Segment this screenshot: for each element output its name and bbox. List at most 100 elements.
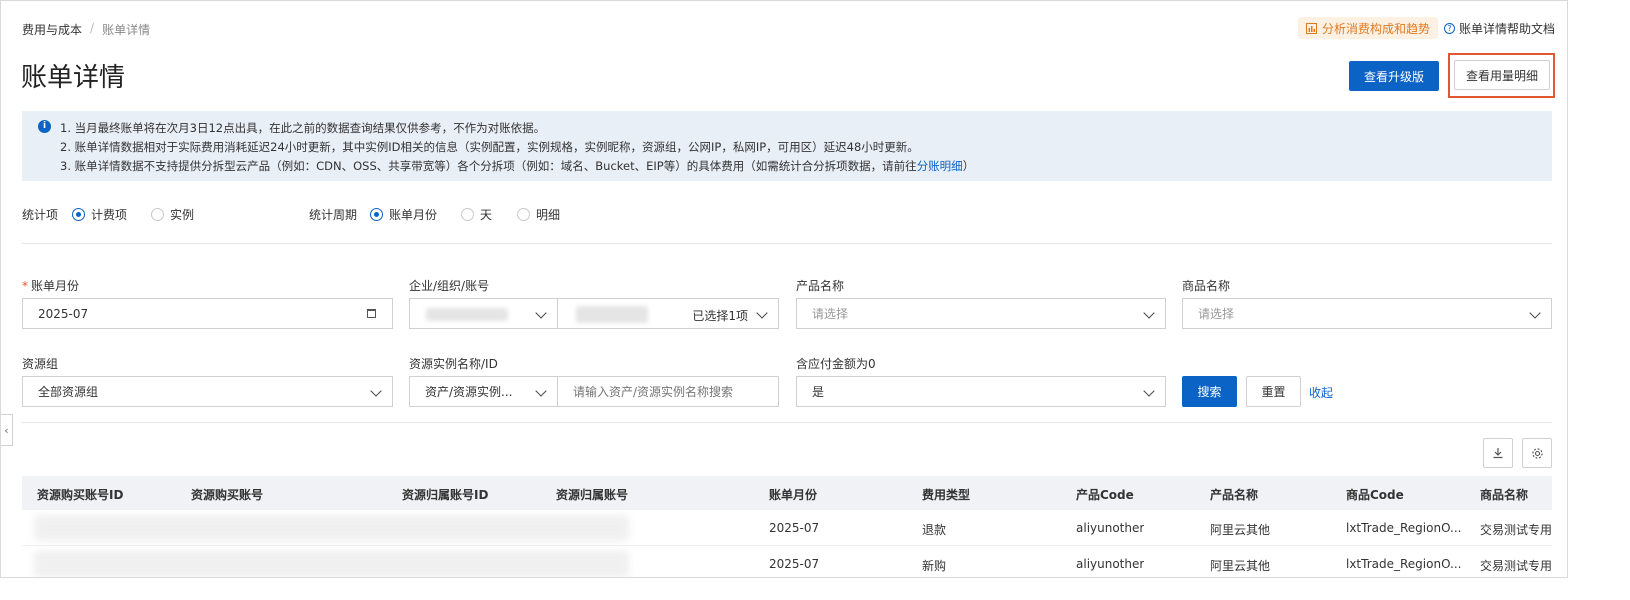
column-header: 商品Code <box>1346 488 1404 502</box>
redacted-account <box>576 306 648 323</box>
instance-label: 资源实例名称/ID <box>409 357 498 371</box>
column-header: 商品名称 <box>1480 488 1529 502</box>
redacted-account-type <box>426 308 508 321</box>
goods-name-select[interactable]: 请选择 <box>1182 298 1552 329</box>
zero-amount-select[interactable]: 是 <box>796 376 1166 407</box>
view-usage-detail-button[interactable]: 查看用量明细 <box>1454 60 1550 90</box>
chevron-down-icon <box>1143 385 1155 397</box>
product-name-placeholder: 请选择 <box>812 307 849 321</box>
table-header: 资源购买账号ID 资源购买账号 资源归属账号ID 资源归属账号 账单月份 费用类… <box>22 476 1552 510</box>
radio-label: 实例 <box>170 208 195 222</box>
collapse-link[interactable]: 收起 <box>1309 384 1333 401</box>
calendar-icon <box>367 309 376 318</box>
bill-month-value: 2025-07 <box>38 306 89 321</box>
download-icon <box>1493 448 1503 459</box>
column-header: 费用类型 <box>922 488 971 502</box>
question-icon: ? <box>1444 23 1455 34</box>
chevron-down-icon <box>756 307 768 319</box>
cell-bill-month: 2025-07 <box>769 521 820 535</box>
chevron-down-icon <box>535 307 547 319</box>
radio-instance[interactable]: 实例 <box>151 206 194 223</box>
breadcrumb-separator: / <box>90 21 95 35</box>
cell-bill-month: 2025-07 <box>769 557 820 571</box>
cell-goods-name: 交易测试专用- <box>1480 523 1552 537</box>
redacted-account-cells <box>34 515 629 541</box>
notice-line-3-prefix: 3. 账单详情数据不支持提供分拆型云产品（例如：CDN、OSS、共享带宽等）各个… <box>60 159 917 173</box>
gear-icon <box>1531 447 1543 459</box>
product-name-select[interactable]: 请选择 <box>796 298 1166 329</box>
goods-name-placeholder: 请选择 <box>1198 307 1235 321</box>
notice-line-3-suffix: ） <box>962 159 975 173</box>
cell-fee-type: 新购 <box>922 559 947 573</box>
cell-fee-type: 退款 <box>922 523 947 537</box>
page-title: 账单详情 <box>21 63 126 93</box>
notice-line-1: 1. 当月最终账单将在次月3日12点出具，在此之前的数据查询结果仅供参考，不作为… <box>60 121 546 135</box>
chevron-down-icon <box>1529 307 1541 319</box>
view-upgrade-button[interactable]: 查看升级版 <box>1349 61 1439 91</box>
notice-line-3: 3. 账单详情数据不支持提供分拆型云产品（例如：CDN、OSS、共享带宽等）各个… <box>60 158 974 174</box>
goods-name-label: 商品名称 <box>1182 279 1231 293</box>
radio-label: 明细 <box>536 208 561 222</box>
table-row: 2025-07 退款 aliyunother 阿里云其他 lxtTrade_Re… <box>22 510 1552 546</box>
radio-dot <box>151 208 164 221</box>
redacted-account-cells <box>34 551 629 577</box>
account-label: 企业/组织/账号 <box>409 279 490 293</box>
divider <box>22 243 1552 244</box>
bar-chart-icon <box>1306 22 1317 34</box>
column-header: 账单月份 <box>769 488 818 502</box>
radio-bill-month[interactable]: 账单月份 <box>370 206 437 223</box>
radio-label: 天 <box>480 208 493 222</box>
bill-month-picker[interactable]: 2025-07 <box>22 298 393 329</box>
search-button[interactable]: 搜索 <box>1182 376 1237 407</box>
sidebar-toggle[interactable]: ‹ <box>1 414 13 446</box>
cell-product-code: aliyunother <box>1076 521 1145 535</box>
breadcrumb-current: 账单详情 <box>102 23 151 37</box>
column-header: 资源归属账号 <box>556 488 629 502</box>
instance-type-value: 资产/资源实例... <box>425 385 513 399</box>
account-selected-count: 已选择1项 <box>692 309 748 323</box>
account-type-select[interactable] <box>409 298 558 329</box>
column-header: 资源购买账号ID <box>37 488 124 502</box>
help-doc-label: 账单详情帮助文档 <box>1459 22 1556 36</box>
radio-detail[interactable]: 明细 <box>517 206 560 223</box>
reset-button[interactable]: 重置 <box>1246 376 1301 407</box>
radio-dot-selected <box>370 208 383 221</box>
table-row: 2025-07 新购 aliyunother 阿里云其他 lxtTrade_Re… <box>22 546 1552 577</box>
zero-amount-label: 含应付金额为0 <box>796 357 876 371</box>
chevron-down-icon <box>1143 307 1155 319</box>
analysis-trend-label: 分析消费构成和趋势 <box>1322 21 1431 36</box>
radio-label: 账单月份 <box>389 208 438 222</box>
radio-dot <box>517 208 530 221</box>
radio-dot <box>461 208 474 221</box>
column-header: 产品名称 <box>1210 488 1259 502</box>
instance-search-input[interactable] <box>557 376 779 407</box>
stat-period-label: 统计周期 <box>309 208 358 222</box>
radio-label: 计费项 <box>91 208 128 222</box>
radio-day[interactable]: 天 <box>461 206 492 223</box>
column-header: 资源归属账号ID <box>402 488 489 502</box>
column-header: 产品Code <box>1076 488 1134 502</box>
breadcrumb-parent[interactable]: 费用与成本 <box>22 21 82 38</box>
bill-detail-page: 费用与成本 / 账单详情 分析消费构成和趋势 ? 账单详情帮助文档 账单详情 查… <box>0 0 1568 578</box>
bill-month-label-text: 账单月份 <box>31 279 80 293</box>
instance-type-select[interactable]: 资产/资源实例... <box>409 376 558 407</box>
account-select[interactable]: 已选择1项 <box>557 298 779 329</box>
radio-dot-selected <box>72 208 85 221</box>
bill-month-label: * 账单月份 <box>22 277 79 294</box>
split-bill-link[interactable]: 分账明细 <box>917 159 963 173</box>
download-button[interactable] <box>1483 438 1513 468</box>
divider <box>22 422 1552 423</box>
cell-product-name: 阿里云其他 <box>1210 559 1271 573</box>
chevron-down-icon <box>370 385 382 397</box>
info-icon: i <box>38 120 51 133</box>
cell-product-name: 阿里云其他 <box>1210 523 1271 537</box>
chevron-down-icon <box>535 385 547 397</box>
usage-button-highlight: 查看用量明细 <box>1448 53 1555 98</box>
resource-group-label: 资源组 <box>22 357 59 371</box>
radio-billing-item[interactable]: 计费项 <box>72 206 127 223</box>
resource-group-select[interactable]: 全部资源组 <box>22 376 393 407</box>
table-settings-button[interactable] <box>1522 438 1552 468</box>
analysis-trend-link[interactable]: 分析消费构成和趋势 <box>1298 17 1439 39</box>
stat-item-label: 统计项 <box>22 208 59 222</box>
help-doc-link[interactable]: ? 账单详情帮助文档 <box>1444 20 1555 37</box>
